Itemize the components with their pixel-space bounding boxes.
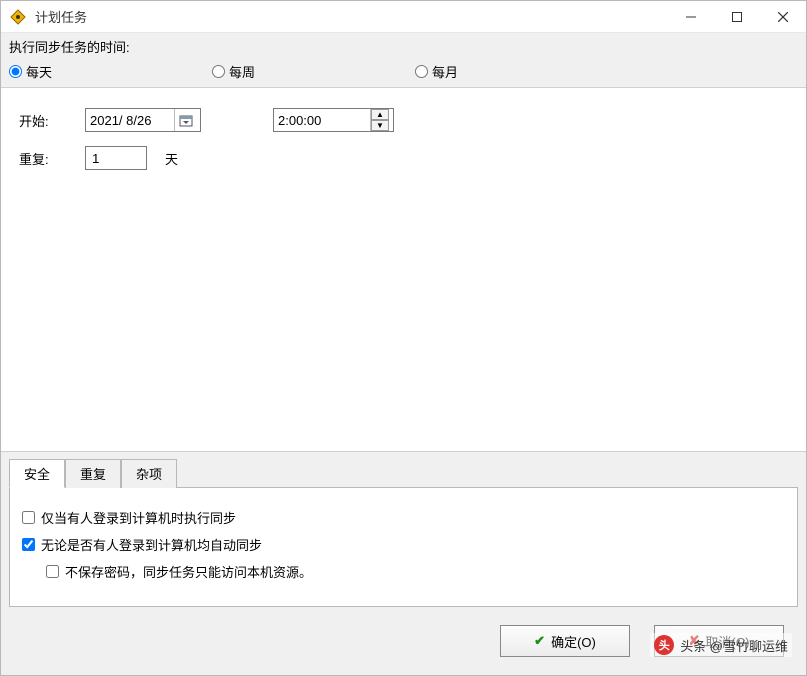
checkbox-always-sync-label: 无论是否有人登录到计算机均自动同步 bbox=[41, 535, 262, 554]
radio-daily-label: 每天 bbox=[26, 62, 52, 81]
checkbox-always-sync[interactable]: 无论是否有人登录到计算机均自动同步 bbox=[22, 531, 785, 558]
repeat-row: 重复: 天 bbox=[19, 146, 788, 170]
checkbox-no-save-password[interactable]: 不保存密码，同步任务只能访问本机资源。 bbox=[22, 558, 785, 585]
start-label: 开始: bbox=[19, 111, 67, 130]
cross-icon: ✘ bbox=[689, 633, 700, 649]
date-dropdown-button[interactable] bbox=[174, 109, 196, 131]
frequency-group: 每天 每周 每月 bbox=[9, 60, 798, 87]
checkbox-no-save-password-label: 不保存密码，同步任务只能访问本机资源。 bbox=[65, 562, 312, 581]
radio-daily[interactable]: 每天 bbox=[9, 62, 52, 81]
radio-daily-input[interactable] bbox=[9, 65, 22, 78]
tab-content: 仅当有人登录到计算机时执行同步 无论是否有人登录到计算机均自动同步 不保存密码，… bbox=[9, 487, 798, 607]
cancel-button-label: 取消(C) bbox=[705, 632, 749, 651]
checkbox-always-sync-input[interactable] bbox=[22, 538, 35, 551]
maximize-button[interactable] bbox=[714, 1, 760, 33]
tabs-area: 安全 重复 杂项 仅当有人登录到计算机时执行同步 无论是否有人登录到计算机均自动… bbox=[1, 452, 806, 607]
repeat-input[interactable] bbox=[85, 146, 147, 170]
tab-strip: 安全 重复 杂项 bbox=[9, 458, 798, 487]
tab-repeat[interactable]: 重复 bbox=[65, 459, 121, 488]
checkbox-logged-in-only-input[interactable] bbox=[22, 511, 35, 524]
check-icon: ✔ bbox=[534, 633, 545, 649]
checkbox-logged-in-only[interactable]: 仅当有人登录到计算机时执行同步 bbox=[22, 504, 785, 531]
spin-down-button[interactable]: ▼ bbox=[371, 120, 389, 131]
ok-button[interactable]: ✔ 确定(O) bbox=[500, 625, 630, 657]
checkbox-no-save-password-input[interactable] bbox=[46, 565, 59, 578]
time-value: 2:00:00 bbox=[278, 113, 370, 128]
window: 计划任务 执行同步任务的时间: 每天 每周 每月 开始: bbox=[0, 0, 807, 676]
radio-monthly[interactable]: 每月 bbox=[415, 62, 458, 81]
minimize-button[interactable] bbox=[668, 1, 714, 33]
time-spinner: ▲ ▼ bbox=[370, 109, 389, 131]
spin-up-button[interactable]: ▲ bbox=[371, 109, 389, 120]
tab-security[interactable]: 安全 bbox=[9, 459, 65, 488]
tab-misc[interactable]: 杂项 bbox=[121, 459, 177, 488]
radio-monthly-input[interactable] bbox=[415, 65, 428, 78]
schedule-header: 执行同步任务的时间: 每天 每周 每月 bbox=[1, 33, 806, 87]
radio-monthly-label: 每月 bbox=[432, 62, 458, 81]
ok-button-label: 确定(O) bbox=[551, 632, 596, 651]
radio-weekly-input[interactable] bbox=[212, 65, 225, 78]
radio-weekly-label: 每周 bbox=[229, 62, 255, 81]
main-pane: 开始: 2021/ 8/26 2:00:00 ▲ ▼ 重复: 天 bbox=[1, 87, 806, 452]
repeat-label: 重复: bbox=[19, 149, 67, 168]
schedule-label: 执行同步任务的时间: bbox=[9, 37, 798, 56]
checkbox-logged-in-only-label: 仅当有人登录到计算机时执行同步 bbox=[41, 508, 236, 527]
app-icon bbox=[9, 8, 27, 26]
time-picker[interactable]: 2:00:00 ▲ ▼ bbox=[273, 108, 394, 132]
close-button[interactable] bbox=[760, 1, 806, 33]
calendar-icon bbox=[179, 113, 193, 127]
date-value: 2021/ 8/26 bbox=[90, 113, 170, 128]
footer: ✔ 确定(O) ✘ 取消(C) 头 头条 @雪竹聊运维 bbox=[1, 607, 806, 675]
radio-weekly[interactable]: 每周 bbox=[212, 62, 255, 81]
cancel-button[interactable]: ✘ 取消(C) bbox=[654, 625, 784, 657]
window-title: 计划任务 bbox=[35, 7, 87, 26]
repeat-unit: 天 bbox=[165, 149, 178, 168]
start-row: 开始: 2021/ 8/26 2:00:00 ▲ ▼ bbox=[19, 108, 788, 132]
date-picker[interactable]: 2021/ 8/26 bbox=[85, 108, 201, 132]
titlebar: 计划任务 bbox=[1, 1, 806, 33]
